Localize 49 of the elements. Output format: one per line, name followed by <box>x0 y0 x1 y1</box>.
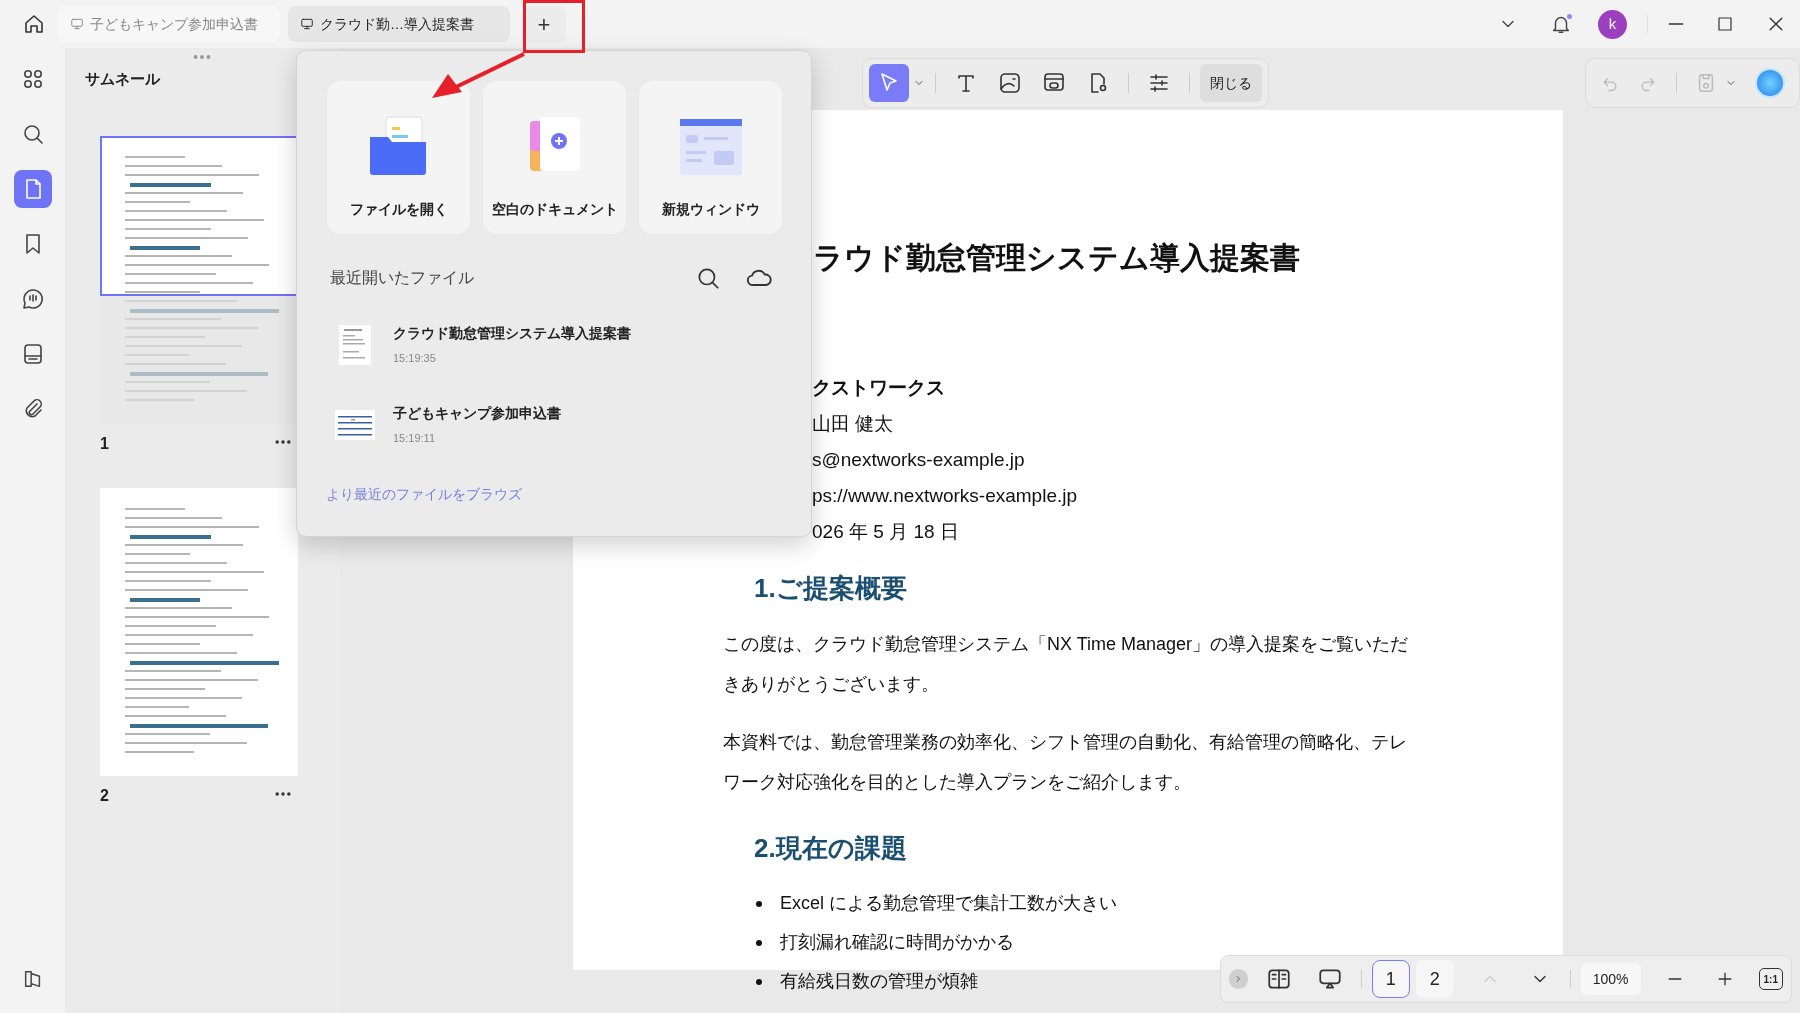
page-thumbnail[interactable] <box>100 136 298 424</box>
page-button[interactable]: 1 <box>1371 960 1410 998</box>
monitor-icon <box>70 17 84 31</box>
close-button[interactable]: 閉じる <box>1200 64 1262 102</box>
home-icon[interactable] <box>22 12 46 36</box>
document-title: ラウド勤怠管理システム導入提案書 <box>812 240 1301 276</box>
list-item: 有給残日数の管理が煩雑 <box>780 970 978 993</box>
recent-file-item[interactable]: クラウド勤怠管理システム導入提案書 15:19:35 <box>335 316 775 374</box>
section-title: 最近開いたファイル <box>330 268 475 288</box>
file-name: 子どもキャンプ参加申込書 <box>393 404 561 424</box>
new-tab-button[interactable]: + <box>522 6 566 42</box>
book-icon[interactable] <box>1265 966 1292 992</box>
page-number: 2 <box>100 786 109 806</box>
action-card[interactable]: ファイルを開く <box>327 81 470 234</box>
panel-title: サムネール <box>85 69 160 89</box>
monitor-icon <box>300 17 314 31</box>
info-line: s@nextworks-example.jp <box>811 448 1025 472</box>
page-thumbnail[interactable] <box>100 488 298 776</box>
list-item: Excel による勤怠管理で集計工数が大きい <box>780 892 1118 915</box>
assistant-icon[interactable] <box>1755 68 1785 98</box>
paragraph: 本資料では、勤怠管理業務の効率化、シフト管理の自動化、有給管理の簡略化、テレワーク対応強化を目的とした導入プランをご紹介します。 <box>723 731 1408 794</box>
highlight-box <box>523 0 585 53</box>
recent-file-item[interactable]: 子どもキャンプ参加申込書 15:19:11 <box>335 396 775 454</box>
section-heading: 1.ご提案概要 <box>753 572 908 605</box>
zoom-field[interactable]: 100% <box>1580 963 1641 995</box>
section-heading: 2.現在の課題 <box>753 832 908 865</box>
comment-icon <box>20 287 45 311</box>
info-line: 026 年 5 月 18 日 <box>811 520 959 544</box>
maximize-icon[interactable] <box>1716 15 1734 33</box>
paragraph: この度は、クラウド勤怠管理システム「NX Time Manager」の導入提案をご覧いただきありがとうございます。 <box>723 633 1410 696</box>
info-line: クストワークス <box>811 376 945 400</box>
file-name: クラウド勤怠管理システム導入提案書 <box>393 324 631 344</box>
presentation-icon[interactable] <box>1316 966 1343 992</box>
file-time: 15:19:35 <box>393 351 437 367</box>
page-number: 1 <box>100 434 109 454</box>
file-time: 15:19:11 <box>393 431 436 447</box>
action-card[interactable]: 空白のドキュメント <box>483 81 626 234</box>
info-line: ps://www.nextworks-example.jp <box>811 484 1078 508</box>
bell-icon[interactable] <box>1550 13 1572 35</box>
image-icon <box>998 71 1022 95</box>
page-button[interactable]: 2 <box>1415 960 1454 998</box>
document-tab[interactable]: クラウド勤…導入提案書 <box>288 6 510 42</box>
avatar[interactable]: k <box>1598 9 1627 39</box>
file-thumbnail <box>335 410 375 440</box>
info-line: 山田 健太 <box>811 412 894 436</box>
sliders-icon <box>1147 71 1171 95</box>
actual-size-button[interactable]: 1:1 <box>1758 968 1783 990</box>
action-card[interactable]: 新規ウィンドウ <box>639 81 782 234</box>
list-item: 打刻漏れ確認に時間がかかる <box>780 931 1014 954</box>
